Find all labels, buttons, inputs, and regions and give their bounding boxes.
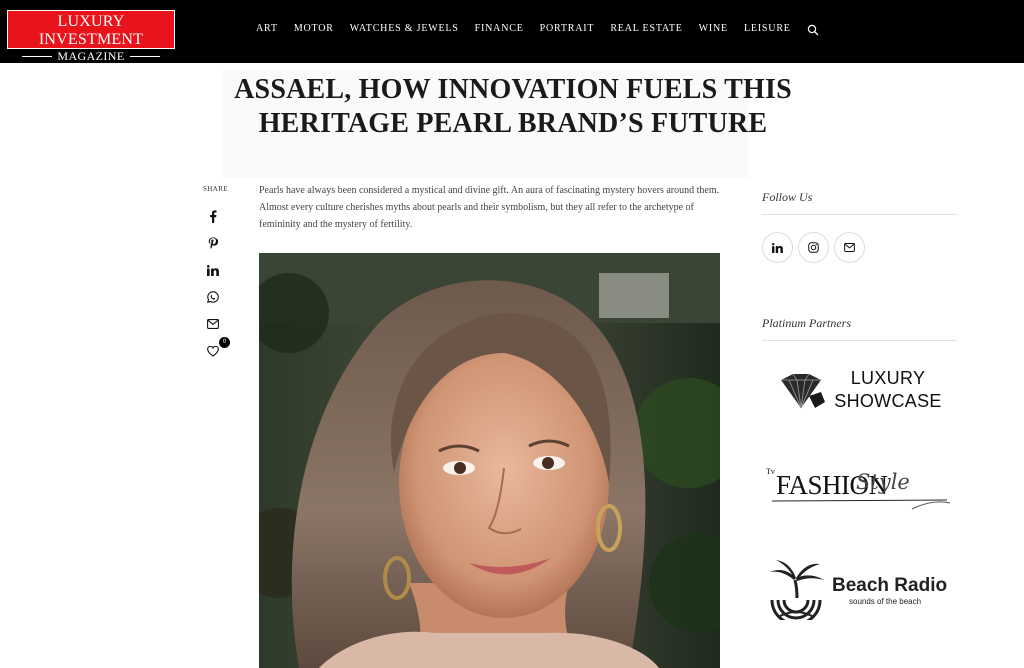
fashion-underline [772, 499, 951, 510]
palm-tree-icon [770, 560, 824, 620]
linkedin-icon[interactable] [205, 262, 221, 278]
logo-line-1: LUXURY INVESTMENT [38, 13, 144, 48]
diamond-icon [781, 373, 825, 409]
nav-item-finance[interactable]: FINANCE [475, 22, 524, 36]
article-hero-image [259, 253, 720, 668]
email-icon[interactable] [834, 232, 865, 263]
logo-rule-right [129, 55, 160, 57]
instagram-icon[interactable] [798, 232, 829, 263]
email-icon[interactable] [205, 316, 221, 332]
facebook-icon[interactable] [205, 208, 221, 224]
nav-item-leisure[interactable]: LEISURE [744, 22, 791, 36]
nav-item-art[interactable]: ART [256, 22, 278, 36]
beach-radio-title: Beach Radio [832, 575, 948, 596]
luxury-showcase-line2: SHOWCASE [834, 391, 942, 411]
partners-divider [762, 340, 957, 341]
beach-radio-subtitle: sounds of the beach [849, 597, 922, 606]
article-title: ASSAEL, HOW INNOVATION FUELS THIS HERITA… [234, 74, 792, 139]
nav-item-portrait[interactable]: PORTRAIT [540, 22, 595, 36]
nav-item-watches-jewels[interactable]: WATCHES & JEWELS [350, 22, 459, 36]
follow-divider [762, 214, 957, 215]
nav-item-wine[interactable]: WINE [699, 22, 728, 36]
site-header: LUXURY INVESTMENT MAGAZINE ART MOTOR WAT… [0, 0, 1024, 63]
logo-line-2: MAGAZINE [57, 49, 125, 63]
nav-item-real-estate[interactable]: REAL ESTATE [610, 22, 682, 36]
follow-us-heading: Follow Us [762, 190, 813, 204]
linkedin-icon[interactable] [762, 232, 793, 263]
like-count-badge: 0 [219, 337, 230, 348]
whatsapp-icon[interactable] [205, 289, 221, 305]
search-icon[interactable] [807, 23, 819, 36]
fashion-tv-label: Tv [766, 467, 775, 476]
platinum-partners-heading: Platinum Partners [762, 316, 851, 330]
logo-rule-left [22, 55, 53, 57]
site-logo[interactable]: LUXURY INVESTMENT MAGAZINE [7, 10, 175, 63]
nav-item-motor[interactable]: MOTOR [294, 22, 334, 36]
pinterest-icon[interactable] [205, 235, 221, 251]
article-intro: Pearls have always been considered a mys… [259, 185, 720, 230]
share-label: SHARE [203, 185, 228, 193]
follow-icons [762, 232, 870, 263]
fashion-style-script: Style [856, 470, 910, 494]
main-nav: ART MOTOR WATCHES & JEWELS FINANCE PORTR… [256, 22, 819, 36]
luxury-showcase-line1: LUXURY [850, 368, 926, 388]
heart-icon[interactable]: 0 [205, 337, 230, 359]
share-bar: 0 [205, 208, 230, 370]
